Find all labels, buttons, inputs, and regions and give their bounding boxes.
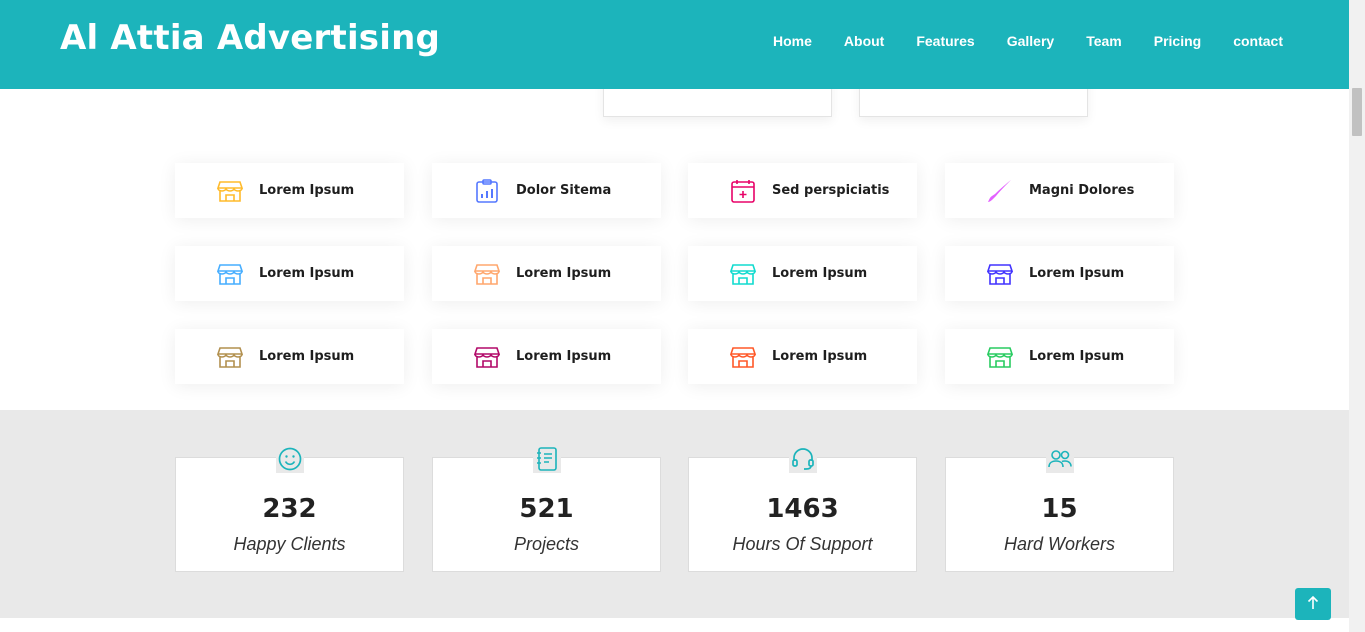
count-label: Hard Workers [1003, 534, 1115, 554]
store-icon [217, 261, 243, 287]
journal-icon [532, 445, 561, 473]
nav-about[interactable]: About [844, 33, 884, 49]
nav-features[interactable]: Features [916, 33, 974, 49]
feature-label: Lorem Ipsum [259, 349, 355, 364]
store-icon [730, 261, 756, 287]
count-box: 15 Hard Workers [945, 445, 1174, 572]
back-to-top-button[interactable] [1295, 588, 1331, 620]
feature-label: Lorem Ipsum [259, 266, 355, 281]
paint-brush-icon [987, 178, 1013, 204]
count-box: 232 Happy Clients [175, 445, 404, 572]
nav-home[interactable]: Home [773, 33, 812, 49]
store-icon [217, 178, 243, 204]
people-icon [1045, 445, 1074, 473]
feature-label: Lorem Ipsum [772, 349, 868, 364]
nav-team[interactable]: Team [1086, 33, 1122, 49]
feature-item[interactable]: Lorem Ipsum [945, 329, 1174, 384]
store-icon [987, 261, 1013, 287]
feature-label: Lorem Ipsum [772, 266, 868, 281]
main-nav: Home About Features Gallery Team Pricing… [741, 33, 1283, 49]
count-box: 1463 Hours Of Support [688, 445, 917, 572]
feature-label: Lorem Ipsum [259, 183, 355, 198]
store-icon [730, 344, 756, 370]
feature-item[interactable]: Lorem Ipsum [175, 163, 404, 218]
count-number: 521 [519, 494, 574, 524]
feature-item[interactable]: Lorem Ipsum [688, 329, 917, 384]
count-number: 1463 [766, 494, 839, 524]
feature-item[interactable]: Lorem Ipsum [432, 246, 661, 301]
feature-item[interactable]: Lorem Ipsum [175, 246, 404, 301]
feature-label: Lorem Ipsum [516, 349, 612, 364]
count-number: 15 [1041, 494, 1078, 524]
vertical-scrollbar[interactable] [1349, 0, 1365, 632]
calendar-plus-icon [730, 178, 756, 204]
counts-section: 232 Happy Clients 521 Projects 1463 Hour… [0, 410, 1349, 618]
count-box: 521 Projects [432, 445, 661, 572]
scrollbar-thumb[interactable] [1352, 88, 1362, 136]
smiley-icon [275, 445, 304, 473]
bar-chart-icon [474, 178, 500, 204]
feature-item[interactable]: Lorem Ipsum [175, 329, 404, 384]
site-header: Al Attia Advertising Home About Features… [0, 0, 1349, 89]
nav-gallery[interactable]: Gallery [1007, 33, 1054, 49]
count-label: Projects [513, 534, 580, 554]
store-icon [987, 344, 1013, 370]
page: Al Attia Advertising Home About Features… [0, 0, 1365, 632]
count-number: 232 [262, 494, 317, 524]
count-label: Hours Of Support [732, 534, 873, 554]
store-icon [474, 344, 500, 370]
feature-item[interactable]: Lorem Ipsum [432, 329, 661, 384]
store-icon [217, 344, 243, 370]
feature-item[interactable]: Lorem Ipsum [945, 246, 1174, 301]
feature-label: Lorem Ipsum [516, 266, 612, 281]
feature-item[interactable]: Magni Dolores [945, 163, 1174, 218]
feature-label: Lorem Ipsum [1029, 266, 1125, 281]
feature-item[interactable]: Lorem Ipsum [688, 246, 917, 301]
store-icon [474, 261, 500, 287]
count-label: Happy Clients [233, 534, 346, 554]
headset-icon [788, 445, 817, 473]
site-logo[interactable]: Al Attia Advertising [60, 18, 440, 58]
feature-item[interactable]: Dolor Sitema [432, 163, 661, 218]
feature-label: Sed perspiciatis [772, 183, 890, 198]
nav-pricing[interactable]: Pricing [1154, 33, 1201, 49]
nav-contact[interactable]: contact [1233, 33, 1283, 49]
feature-label: Magni Dolores [1029, 183, 1135, 198]
feature-item[interactable]: Sed perspiciatis [688, 163, 917, 218]
feature-label: Lorem Ipsum [1029, 349, 1125, 364]
arrow-up-icon [1307, 595, 1319, 614]
feature-label: Dolor Sitema [516, 183, 612, 198]
